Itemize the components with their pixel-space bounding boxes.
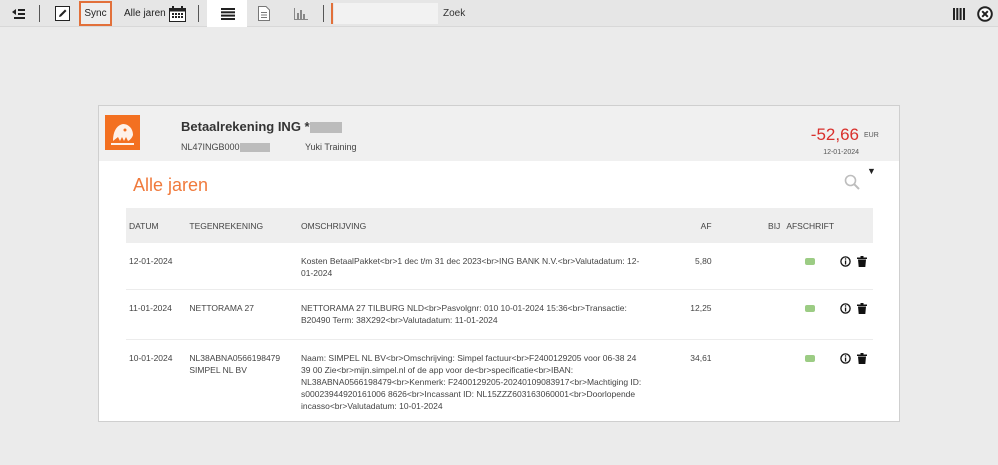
- column-header-statement[interactable]: AFSCHRIFT: [783, 208, 838, 243]
- redacted-block: [309, 122, 342, 134]
- search-accent-bar: [331, 3, 333, 24]
- cell-statement: [783, 289, 838, 340]
- calendar-icon[interactable]: [166, 0, 188, 27]
- section-title: Alle jaren: [133, 175, 209, 195]
- collapse-list-icon[interactable]: [8, 0, 28, 27]
- column-header-counter-account[interactable]: TEGENREKENING: [186, 208, 299, 243]
- years-filter-label[interactable]: Alle jaren: [124, 0, 166, 27]
- cell-actions: [837, 243, 873, 290]
- account-owner: Yuki Training: [305, 142, 357, 152]
- account-card: Betaalrekening ING * NL47INGB000 Yuki Tr…: [98, 105, 900, 422]
- cell-date: 12-01-2024: [126, 243, 187, 290]
- cell-credit: [715, 339, 784, 420]
- toolbar-divider: [323, 5, 324, 22]
- toolbar-divider: [39, 5, 40, 22]
- cell-statement: [783, 243, 838, 290]
- account-name: Betaalrekening ING *: [181, 119, 342, 134]
- receipt-icon[interactable]: [805, 304, 816, 312]
- counter-iban: NETTORAMA 27: [189, 302, 254, 313]
- cell-description: Naam: SIMPEL NL BV<br>Omschrijving: Simp…: [301, 352, 642, 411]
- cell-actions: [837, 289, 873, 340]
- edit-icon[interactable]: [51, 0, 73, 27]
- cell-debit: 5,80: [647, 243, 715, 290]
- search-input[interactable]: [334, 3, 438, 24]
- cell-debit: 34,61: [690, 352, 712, 363]
- search-icon[interactable]: [844, 174, 860, 195]
- document-view-icon[interactable]: [253, 0, 275, 27]
- trash-icon[interactable]: [857, 302, 868, 314]
- counter-name: SIMPEL NL BV: [189, 364, 247, 375]
- receipt-icon[interactable]: [805, 354, 816, 362]
- list-view-icon[interactable]: [217, 0, 239, 27]
- cell-statement: [783, 339, 837, 420]
- cell-actions: [837, 339, 873, 420]
- toolbar-divider: [198, 5, 199, 22]
- cell-credit: [714, 289, 784, 340]
- table-row[interactable]: 10-01-2024 NL38ABNA0566198479 SIMPEL NL B…: [126, 339, 873, 420]
- redacted-block: [239, 143, 270, 153]
- column-header-actions: [837, 208, 873, 243]
- column-header-debit[interactable]: AF: [647, 208, 715, 243]
- cell-date: 10-01-2024: [129, 352, 173, 363]
- columns-icon[interactable]: [951, 0, 967, 27]
- table-row[interactable]: 12-01-2024 Kosten BetaalPakket<br>1 dec …: [126, 243, 873, 290]
- account-balance: -52,66: [810, 125, 859, 144]
- account-iban-text: NL47INGB000: [181, 142, 240, 152]
- close-circle-icon[interactable]: [976, 0, 994, 27]
- trash-icon[interactable]: [857, 352, 868, 364]
- cell-credit: [714, 243, 784, 290]
- transactions-table: DATUM TEGENREKENING OMSCHRIJVING AF BIJ …: [126, 208, 873, 420]
- info-icon[interactable]: [840, 256, 851, 267]
- account-iban: NL47INGB000: [181, 142, 270, 153]
- account-header: Betaalrekening ING * NL47INGB000 Yuki Tr…: [99, 106, 899, 161]
- ing-lion-logo: [105, 115, 140, 150]
- toolbar: Sync Alle jaren Zoek: [0, 0, 998, 27]
- column-header-description[interactable]: OMSCHRIJVING: [298, 208, 648, 243]
- account-name-text: Betaalrekening ING *: [181, 119, 310, 134]
- column-header-credit[interactable]: BIJ: [714, 208, 784, 243]
- chevron-down-icon[interactable]: ▼: [867, 166, 876, 176]
- cell-counter-account: [186, 243, 299, 290]
- table-row[interactable]: 11-01-2024 NETTORAMA 27 NETTORAMA 27 TIL…: [126, 289, 873, 340]
- cell-debit: 12,25: [647, 289, 715, 340]
- bar-chart-icon[interactable]: [290, 0, 312, 27]
- cell-description: NETTORAMA 27 TILBURG NLD<br>Pasvolgnr: 0…: [298, 289, 648, 340]
- counter-iban: NL38ABNA0566198479: [189, 352, 281, 363]
- trash-icon[interactable]: [857, 256, 868, 268]
- balance-date: 12-01-2024: [823, 149, 859, 156]
- info-icon[interactable]: [840, 353, 851, 364]
- cell-counter-account: NL38ABNA0566198479 SIMPEL NL BV: [186, 339, 298, 420]
- balance-currency: EUR: [864, 132, 879, 139]
- column-header-date[interactable]: DATUM: [126, 208, 187, 243]
- cell-date: 11-01-2024: [126, 289, 187, 340]
- cell-description: Kosten BetaalPakket<br>1 dec t/m 31 dec …: [298, 243, 648, 290]
- cell-counter-account: NETTORAMA 27: [186, 289, 299, 340]
- sync-button[interactable]: Sync: [79, 1, 112, 26]
- receipt-icon[interactable]: [805, 258, 816, 265]
- table-header-row: DATUM TEGENREKENING OMSCHRIJVING AF BIJ …: [126, 208, 873, 243]
- search-button[interactable]: Zoek: [440, 0, 468, 27]
- info-icon[interactable]: [840, 303, 851, 314]
